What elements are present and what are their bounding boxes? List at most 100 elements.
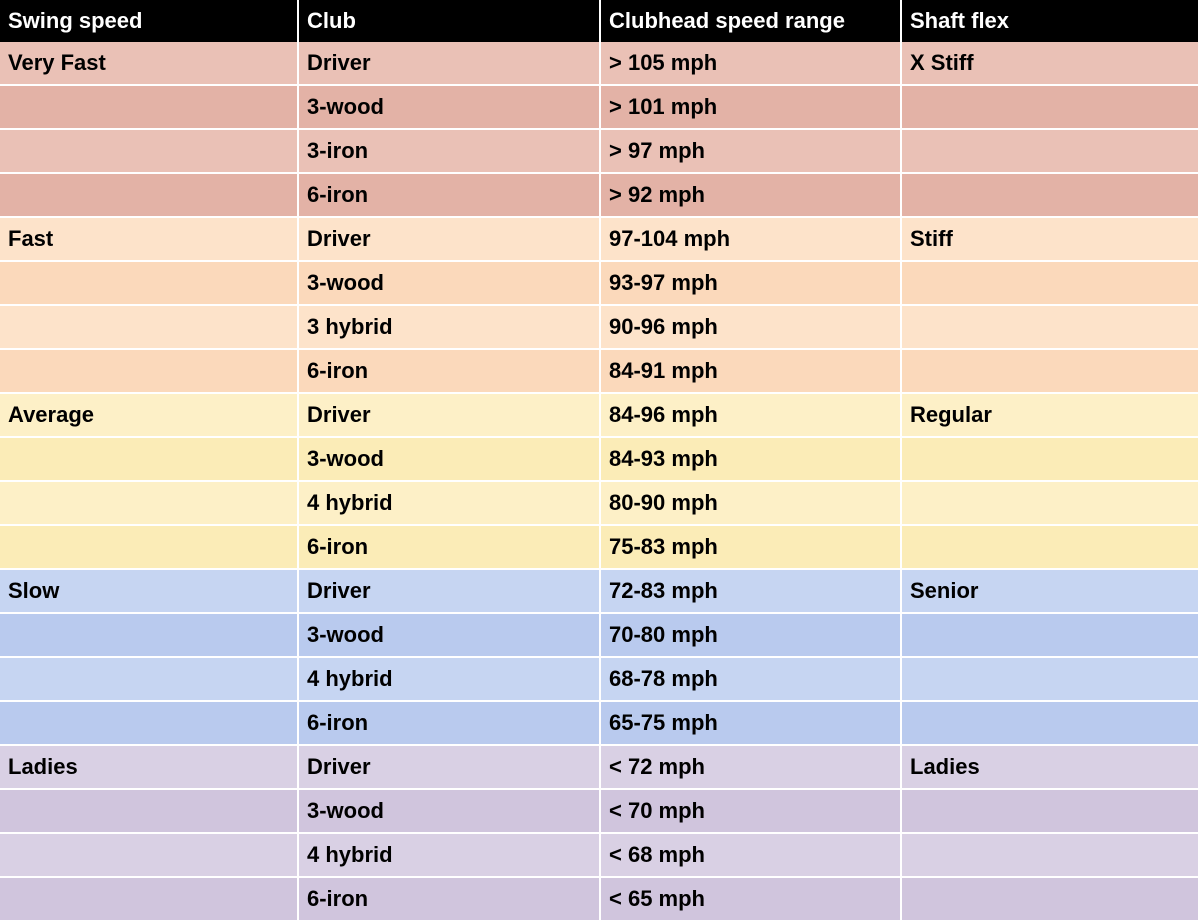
cell-clubhead-speed: 93-97 mph	[600, 261, 901, 305]
table-row: 4 hybrid80-90 mph	[0, 481, 1198, 525]
table-row: 3-wood84-93 mph	[0, 437, 1198, 481]
cell-clubhead-speed: 75-83 mph	[600, 525, 901, 569]
cell-clubhead-speed: 84-93 mph	[600, 437, 901, 481]
cell-swing-speed	[0, 305, 298, 349]
cell-shaft-flex: Ladies	[901, 745, 1198, 789]
cell-shaft-flex: Stiff	[901, 217, 1198, 261]
cell-clubhead-speed: 84-96 mph	[600, 393, 901, 437]
cell-swing-speed: Very Fast	[0, 42, 298, 85]
cell-swing-speed: Fast	[0, 217, 298, 261]
table-row: 6-iron> 92 mph	[0, 173, 1198, 217]
cell-swing-speed	[0, 525, 298, 569]
table-row: 6-iron< 65 mph	[0, 877, 1198, 921]
cell-swing-speed	[0, 877, 298, 921]
cell-club: Driver	[298, 745, 600, 789]
table-row: 4 hybrid68-78 mph	[0, 657, 1198, 701]
cell-clubhead-speed: 84-91 mph	[600, 349, 901, 393]
cell-club: 3-wood	[298, 613, 600, 657]
cell-club: 4 hybrid	[298, 657, 600, 701]
cell-clubhead-speed: > 105 mph	[600, 42, 901, 85]
cell-shaft-flex	[901, 261, 1198, 305]
table-row: Very FastDriver> 105 mphX Stiff	[0, 42, 1198, 85]
table-row: 6-iron75-83 mph	[0, 525, 1198, 569]
cell-shaft-flex	[901, 305, 1198, 349]
cell-swing-speed	[0, 437, 298, 481]
cell-club: 3 hybrid	[298, 305, 600, 349]
cell-shaft-flex	[901, 657, 1198, 701]
table-row: 6-iron84-91 mph	[0, 349, 1198, 393]
cell-clubhead-speed: > 92 mph	[600, 173, 901, 217]
table-row: AverageDriver84-96 mphRegular	[0, 393, 1198, 437]
table-row: 4 hybrid< 68 mph	[0, 833, 1198, 877]
cell-club: 6-iron	[298, 173, 600, 217]
cell-swing-speed	[0, 85, 298, 129]
cell-club: Driver	[298, 569, 600, 613]
cell-club: Driver	[298, 217, 600, 261]
table-row: 3-wood70-80 mph	[0, 613, 1198, 657]
cell-shaft-flex	[901, 481, 1198, 525]
cell-swing-speed: Slow	[0, 569, 298, 613]
cell-shaft-flex	[901, 173, 1198, 217]
cell-shaft-flex: Regular	[901, 393, 1198, 437]
cell-swing-speed	[0, 261, 298, 305]
cell-clubhead-speed: < 68 mph	[600, 833, 901, 877]
cell-club: 3-wood	[298, 261, 600, 305]
cell-clubhead-speed: 70-80 mph	[600, 613, 901, 657]
cell-shaft-flex	[901, 833, 1198, 877]
cell-shaft-flex: Senior	[901, 569, 1198, 613]
cell-shaft-flex: X Stiff	[901, 42, 1198, 85]
cell-club: 6-iron	[298, 877, 600, 921]
cell-clubhead-speed: < 70 mph	[600, 789, 901, 833]
cell-swing-speed	[0, 173, 298, 217]
cell-club: 6-iron	[298, 525, 600, 569]
cell-swing-speed: Ladies	[0, 745, 298, 789]
table-row: 3-wood< 70 mph	[0, 789, 1198, 833]
table-row: LadiesDriver< 72 mphLadies	[0, 745, 1198, 789]
header-club: Club	[298, 0, 600, 42]
cell-clubhead-speed: 68-78 mph	[600, 657, 901, 701]
cell-club: Driver	[298, 393, 600, 437]
cell-swing-speed: Average	[0, 393, 298, 437]
table-row: 3-wood93-97 mph	[0, 261, 1198, 305]
table-row: 3-iron> 97 mph	[0, 129, 1198, 173]
cell-swing-speed	[0, 701, 298, 745]
header-row: Swing speed Club Clubhead speed range Sh…	[0, 0, 1198, 42]
cell-clubhead-speed: < 72 mph	[600, 745, 901, 789]
cell-clubhead-speed: 80-90 mph	[600, 481, 901, 525]
cell-clubhead-speed: 97-104 mph	[600, 217, 901, 261]
cell-shaft-flex	[901, 85, 1198, 129]
cell-shaft-flex	[901, 525, 1198, 569]
cell-club: Driver	[298, 42, 600, 85]
table-row: 6-iron65-75 mph	[0, 701, 1198, 745]
cell-shaft-flex	[901, 613, 1198, 657]
table-row: 3-wood> 101 mph	[0, 85, 1198, 129]
cell-club: 6-iron	[298, 349, 600, 393]
cell-clubhead-speed: 65-75 mph	[600, 701, 901, 745]
cell-shaft-flex	[901, 349, 1198, 393]
table-row: 3 hybrid90-96 mph	[0, 305, 1198, 349]
cell-shaft-flex	[901, 437, 1198, 481]
table-row: SlowDriver72-83 mphSenior	[0, 569, 1198, 613]
cell-swing-speed	[0, 349, 298, 393]
cell-shaft-flex	[901, 701, 1198, 745]
cell-shaft-flex	[901, 129, 1198, 173]
cell-shaft-flex	[901, 789, 1198, 833]
header-flex: Shaft flex	[901, 0, 1198, 42]
cell-swing-speed	[0, 789, 298, 833]
cell-clubhead-speed: > 97 mph	[600, 129, 901, 173]
cell-shaft-flex	[901, 877, 1198, 921]
cell-clubhead-speed: 72-83 mph	[600, 569, 901, 613]
cell-swing-speed	[0, 481, 298, 525]
cell-clubhead-speed: > 101 mph	[600, 85, 901, 129]
table-row: FastDriver97-104 mphStiff	[0, 217, 1198, 261]
cell-club: 3-wood	[298, 85, 600, 129]
cell-club: 3-wood	[298, 437, 600, 481]
cell-club: 3-iron	[298, 129, 600, 173]
cell-clubhead-speed: < 65 mph	[600, 877, 901, 921]
cell-club: 3-wood	[298, 789, 600, 833]
cell-swing-speed	[0, 613, 298, 657]
cell-club: 4 hybrid	[298, 481, 600, 525]
cell-club: 6-iron	[298, 701, 600, 745]
cell-swing-speed	[0, 833, 298, 877]
cell-swing-speed	[0, 129, 298, 173]
